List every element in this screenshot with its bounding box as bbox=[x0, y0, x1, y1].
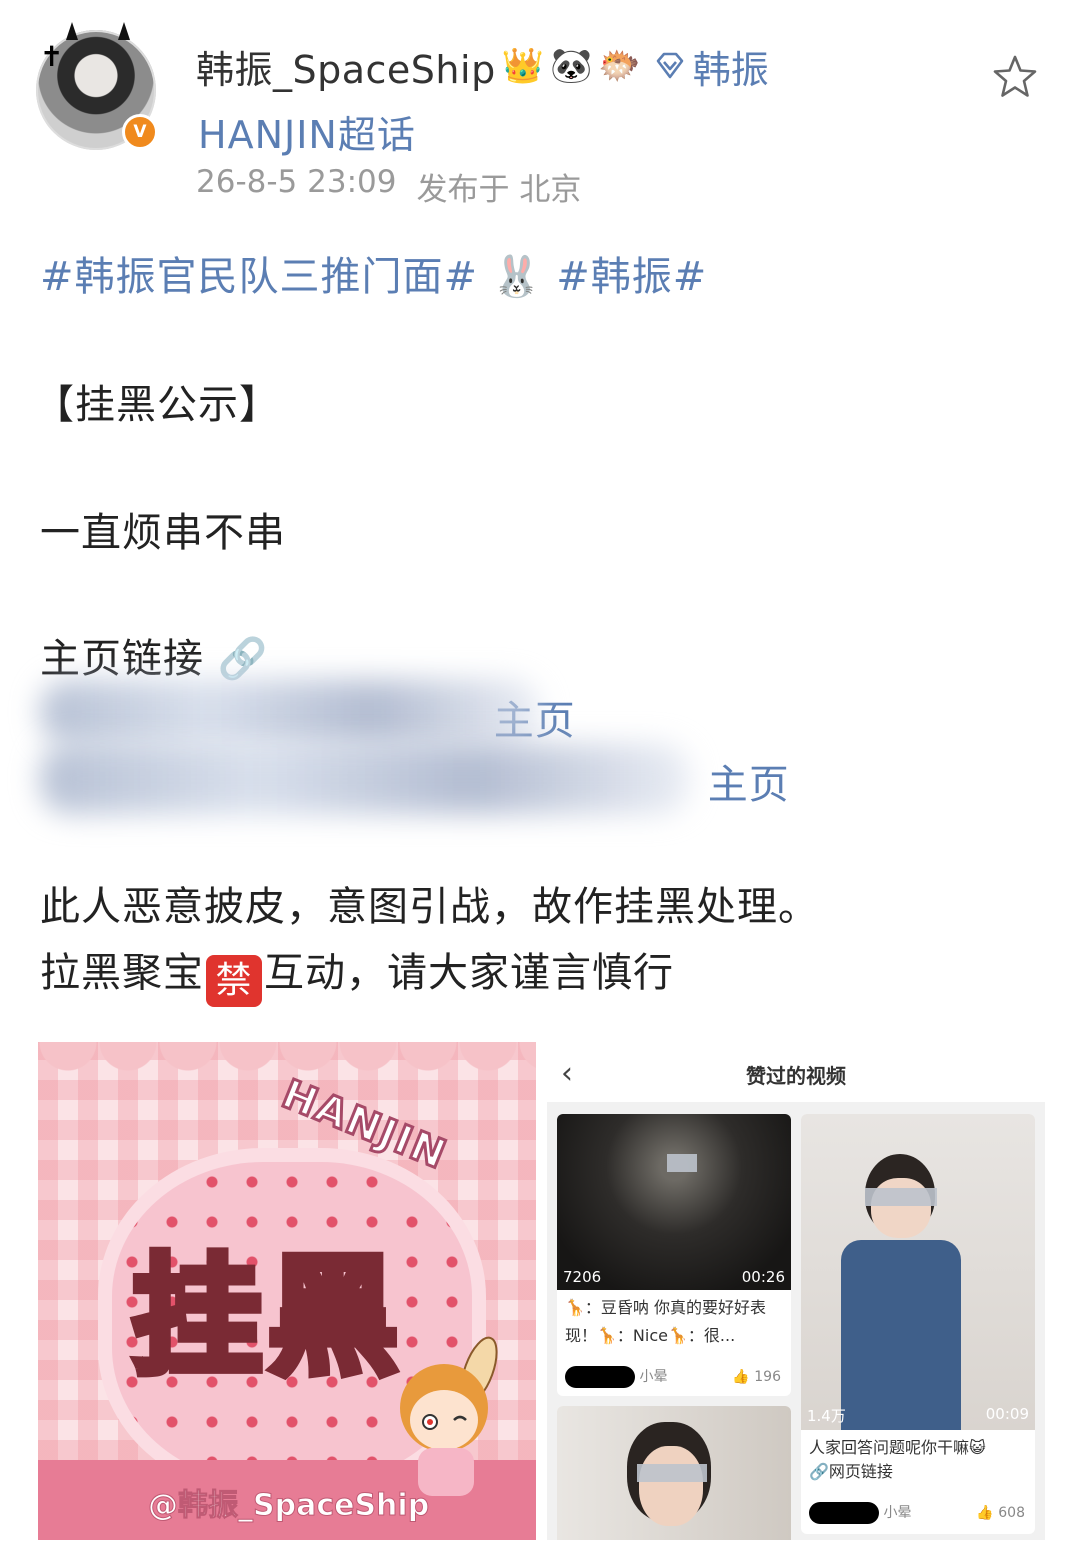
video-2-views: 1.4万 bbox=[807, 1407, 846, 1425]
video-2-author: 小晕 bbox=[883, 1505, 912, 1521]
video-card-2[interactable]: 1.4万 00:09 人家回答问题呢你干嘛😺 🔗网页链接 小晕 👍 608 bbox=[801, 1114, 1035, 1534]
video-1-likes: 196 bbox=[754, 1369, 781, 1385]
author-redaction bbox=[565, 1366, 635, 1388]
redaction-blur-1 bbox=[40, 680, 540, 744]
video-thumbnail-3 bbox=[557, 1406, 791, 1540]
link-label-line: 主页链接 🔗 bbox=[40, 626, 269, 684]
ban-icon: 禁 bbox=[206, 955, 262, 1007]
person-shirt bbox=[841, 1240, 961, 1430]
post-image-2[interactable]: ‹ 赞过的视频 7206 00:26 🦒：豆昏呐 你真的要好好表现！🦒：Nice… bbox=[547, 1042, 1045, 1540]
diamond-icon bbox=[656, 52, 684, 79]
warning-2-after: 互动，请大家谨言慎行 bbox=[264, 950, 674, 996]
video-1-views: 7206 bbox=[563, 1268, 602, 1286]
link-icon: 🔗 bbox=[217, 636, 269, 682]
video-2-meta: 1.4万 00:09 bbox=[807, 1405, 1029, 1426]
hashtag-1[interactable]: #韩振官民队三推门面# bbox=[40, 254, 478, 300]
username-row: 韩振_SpaceShip 👑 🐼 🐡 韩振 bbox=[196, 40, 769, 92]
video-2-likes: 608 bbox=[998, 1505, 1025, 1521]
liked-videos-title: 赞过的视频 bbox=[746, 1064, 846, 1088]
video-thumbnail-2: 1.4万 00:09 bbox=[801, 1114, 1035, 1430]
person-face bbox=[871, 1178, 931, 1238]
avatar-horn-right bbox=[118, 22, 130, 40]
post-meta: 26-8-5 23:09 发布于 北京 bbox=[196, 164, 581, 209]
hashtag-line: #韩振官民队三推门面# 🐰 #韩振# bbox=[40, 244, 707, 302]
video-2-duration: 00:09 bbox=[985, 1405, 1029, 1423]
video-thumbnail-1: 7206 00:26 bbox=[557, 1114, 791, 1290]
crown-badge-icon[interactable]: 👑 bbox=[502, 49, 544, 83]
video-1-caption: 🦒：豆昏呐 你真的要好好表现！🦒：Nice🦒：很... bbox=[565, 1298, 767, 1345]
post-location: 发布于 北京 bbox=[416, 172, 582, 208]
video-card-3[interactable] bbox=[557, 1406, 791, 1540]
video-1-duration: 00:26 bbox=[741, 1268, 785, 1286]
post-image-1[interactable]: HANJIN 挂黑 @韩振_SpaceShip bbox=[38, 1042, 536, 1540]
star-icon[interactable] bbox=[990, 52, 1040, 102]
fan-tag-name[interactable]: 韩振 bbox=[693, 39, 769, 94]
warning-line-1: 此人恶意披皮，意图引战，故作挂黑处理。 bbox=[40, 884, 819, 930]
chibi-character-icon bbox=[400, 1336, 498, 1496]
video-1-footer: 小晕 👍 196 bbox=[565, 1366, 781, 1388]
video-1-meta: 7206 00:26 bbox=[563, 1268, 785, 1286]
thumb-up-icon: 👍 bbox=[732, 1369, 750, 1385]
rabbit-icon: 🐰 bbox=[491, 254, 543, 300]
fish-badge-icon[interactable]: 🐡 bbox=[598, 49, 640, 83]
hashtag-2[interactable]: #韩振# bbox=[556, 254, 707, 300]
avatar-horn-left bbox=[66, 22, 78, 40]
supertopic-link[interactable]: HANJIN超话 bbox=[198, 104, 416, 159]
warning-line-2: 拉黑聚宝禁互动，请大家谨言慎行 bbox=[40, 940, 674, 1007]
author-redaction-2 bbox=[809, 1502, 879, 1524]
thumb-up-icon-2: 👍 bbox=[976, 1505, 994, 1521]
link-2-tail[interactable]: 主页 bbox=[708, 762, 790, 808]
video-card-1[interactable]: 7206 00:26 🦒：豆昏呐 你真的要好好表现！🦒：Nice🦒：很... 小… bbox=[557, 1114, 791, 1396]
face-redaction-3 bbox=[637, 1464, 707, 1482]
face-redaction-2 bbox=[865, 1188, 937, 1206]
video-2-caption: 人家回答问题呢你干嘛😺 bbox=[809, 1438, 986, 1457]
face-redaction bbox=[667, 1154, 697, 1172]
warning-2-before: 拉黑聚宝 bbox=[40, 950, 204, 996]
post-heading: 【挂黑公示】 bbox=[34, 382, 280, 428]
image-big-word: 挂黑 bbox=[128, 1237, 405, 1397]
cross-icon: ✝ bbox=[40, 40, 64, 73]
video-2-footer: 小晕 👍 608 bbox=[809, 1502, 1025, 1524]
post-timestamp: 26-8-5 23:09 bbox=[196, 164, 397, 200]
panda-badge-icon[interactable]: 🐼 bbox=[550, 49, 592, 83]
post-line-1: 一直烦串不串 bbox=[40, 510, 286, 556]
video-1-author: 小晕 bbox=[639, 1369, 668, 1385]
scallop-border bbox=[38, 1042, 536, 1072]
username[interactable]: 韩振_SpaceShip bbox=[196, 39, 496, 94]
verified-icon: V bbox=[122, 114, 158, 150]
video-2-link[interactable]: 🔗网页链接 bbox=[809, 1460, 1027, 1484]
person-face-3 bbox=[639, 1446, 703, 1526]
link-label: 主页链接 bbox=[40, 636, 204, 682]
redaction-blur-2 bbox=[40, 744, 690, 814]
